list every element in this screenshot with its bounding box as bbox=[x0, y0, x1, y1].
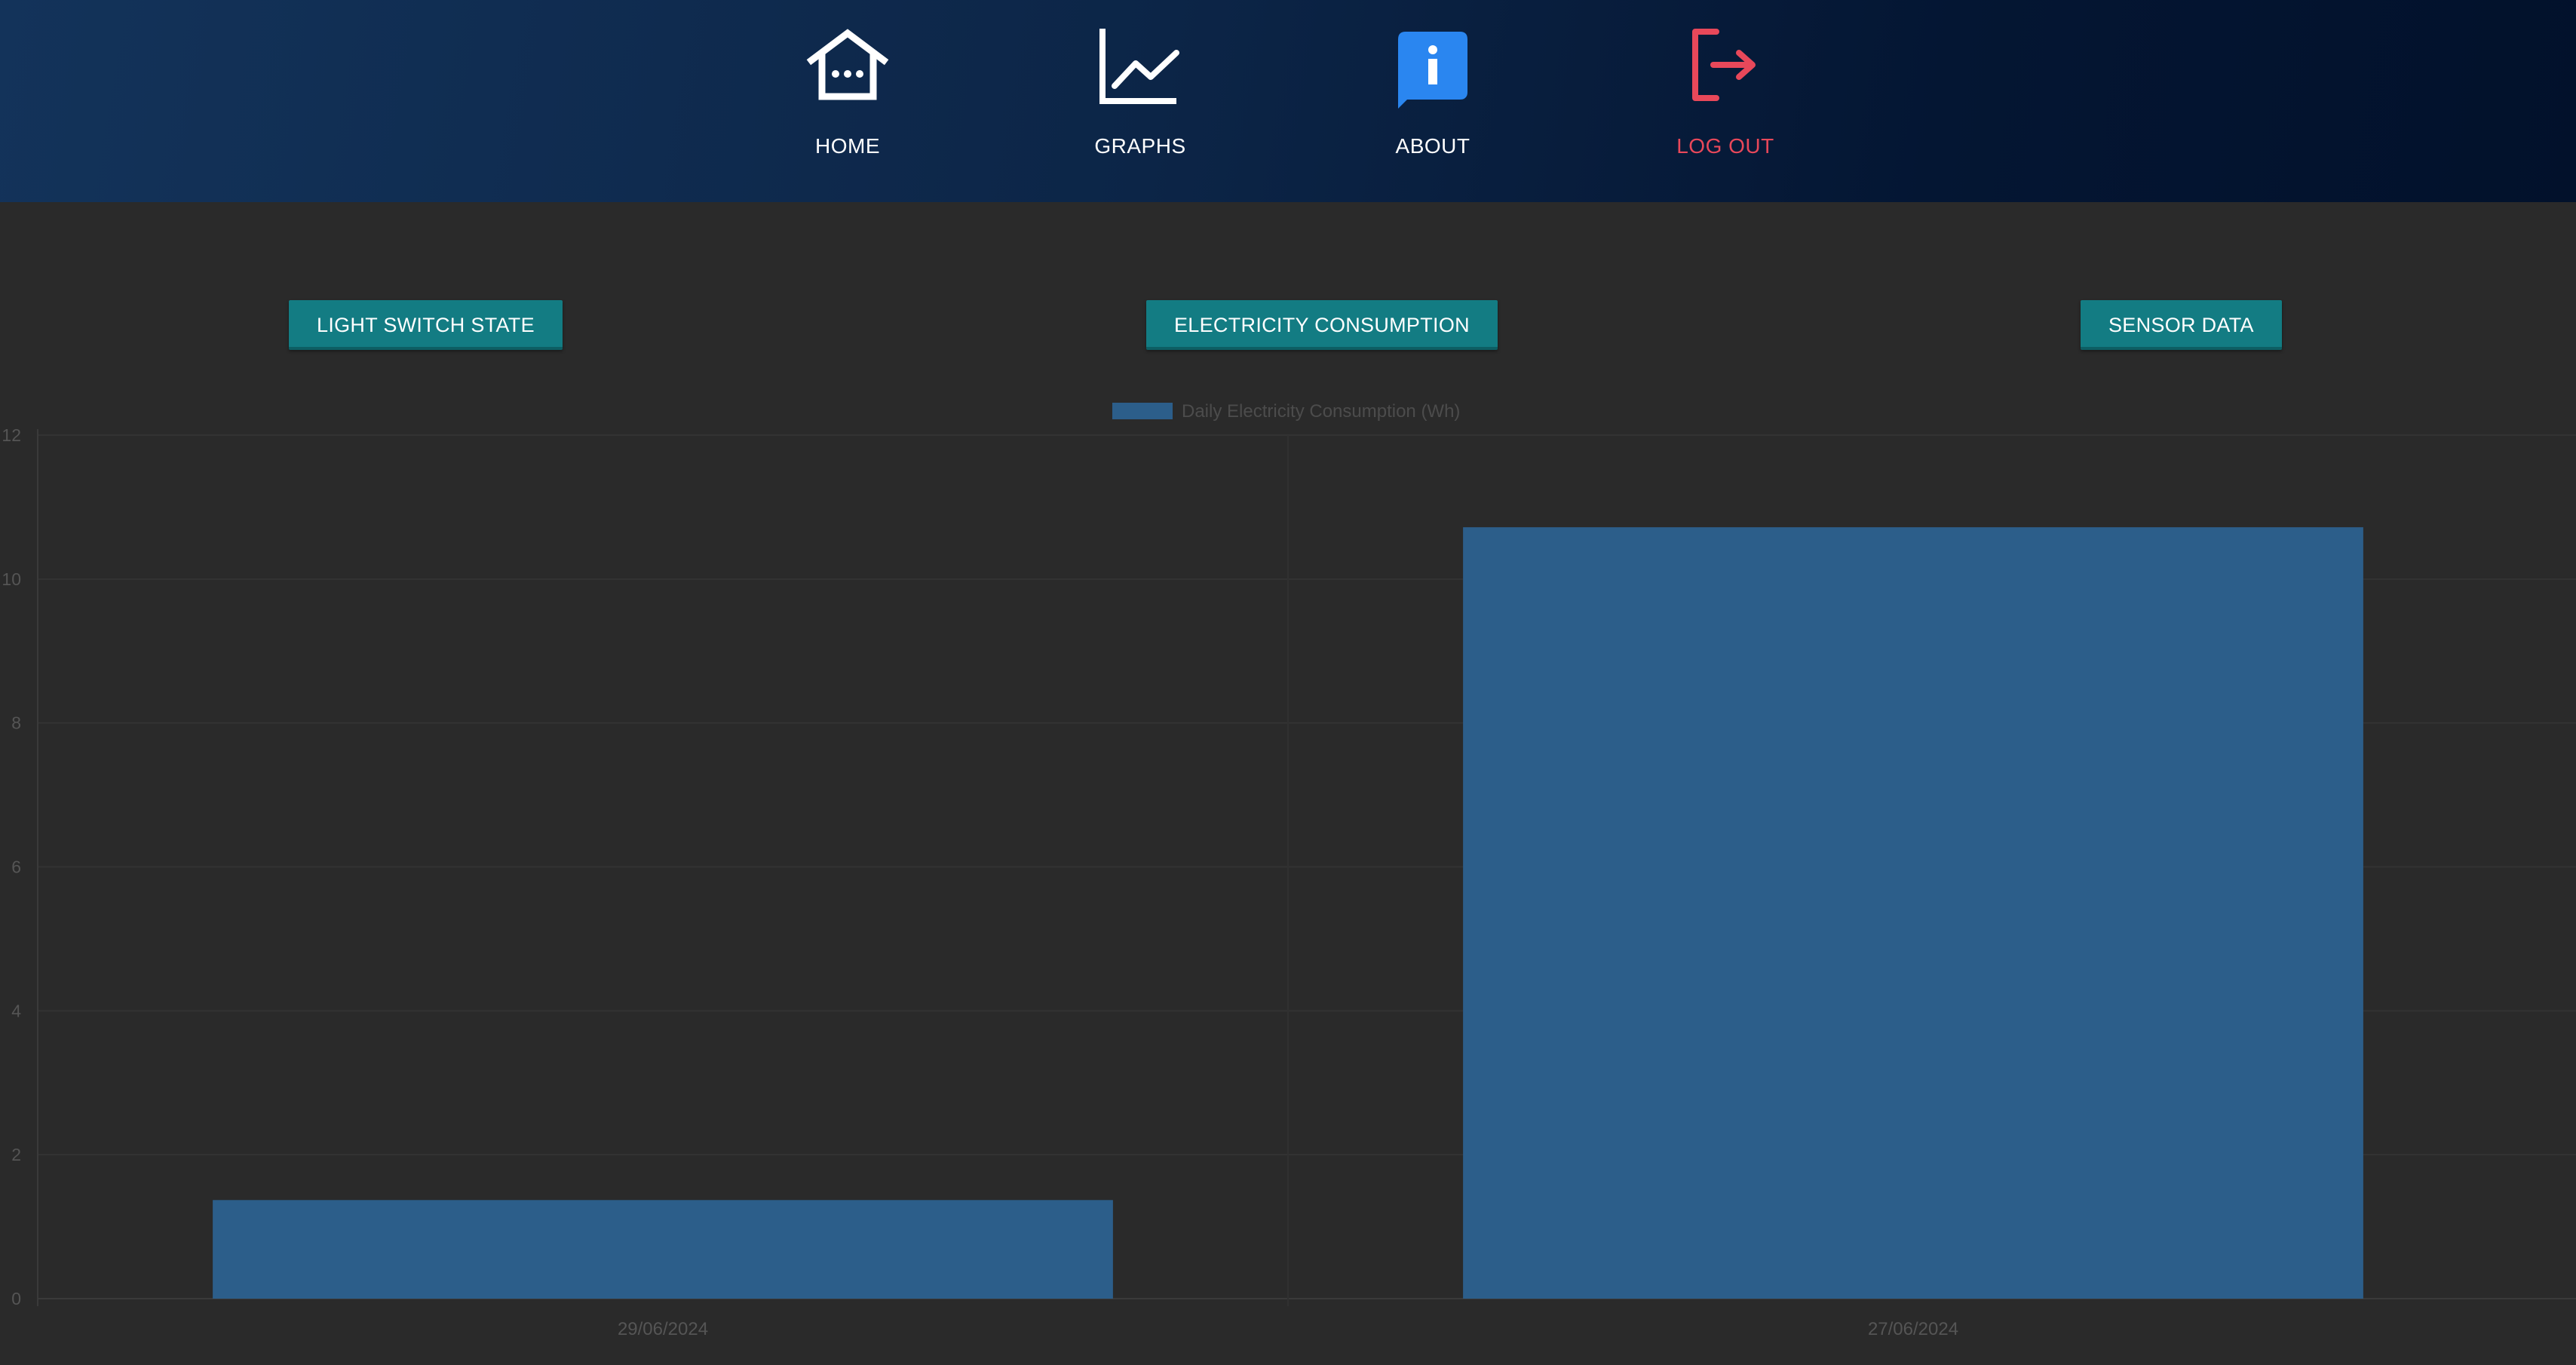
electricity-bar-chart: 0 2 4 6 8 10 12 29/06/2024 27/06/2024 Daily Elect… bbox=[2, 401, 2576, 1339]
y-tick-label: 6 bbox=[11, 857, 21, 877]
y-tick-label: 2 bbox=[11, 1145, 21, 1164]
y-tick-label: 0 bbox=[11, 1289, 21, 1308]
x-tick-label: 29/06/2024 bbox=[618, 1319, 708, 1339]
y-tick-label: 10 bbox=[2, 569, 21, 589]
y-tick-label: 8 bbox=[11, 713, 21, 733]
y-tick-label: 12 bbox=[2, 425, 21, 445]
legend-label: Daily Electricity Consumption (Wh) bbox=[1182, 401, 1460, 422]
x-tick-label: 27/06/2024 bbox=[1868, 1319, 1958, 1339]
bar-1 bbox=[213, 1200, 1113, 1299]
legend-swatch bbox=[1112, 403, 1173, 419]
bar-2 bbox=[1463, 527, 2363, 1299]
y-tick-label: 4 bbox=[11, 1001, 21, 1020]
